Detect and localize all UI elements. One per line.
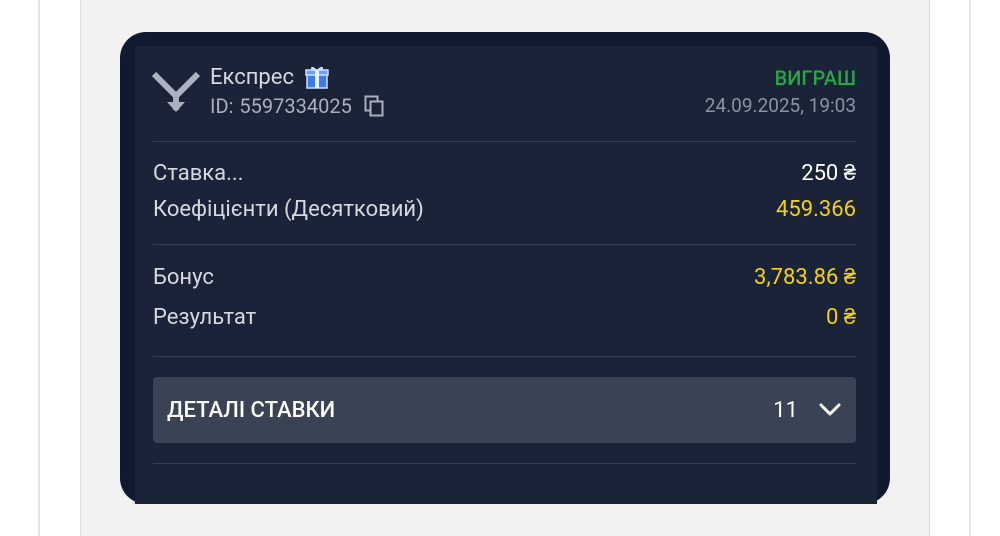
page-border-left bbox=[38, 0, 40, 536]
bonus-label: Бонус bbox=[153, 264, 214, 290]
bonus-value: 3,783.86 ₴ bbox=[753, 265, 856, 290]
bet-type-label: Експрес bbox=[210, 64, 294, 90]
divider bbox=[153, 244, 856, 245]
bet-type-row: Експрес bbox=[210, 64, 330, 90]
divider bbox=[153, 141, 856, 142]
divider bbox=[153, 356, 856, 357]
page-border-right bbox=[969, 0, 971, 536]
bet-id-row: ID: 5597334025 bbox=[210, 94, 384, 118]
gift-icon[interactable] bbox=[304, 64, 330, 90]
odds-row: Коефіцієнти (Десятковий) 459.366 bbox=[153, 197, 856, 222]
stake-row: Ставка... 250 ₴ bbox=[153, 160, 856, 187]
bet-datetime: 24.09.2025, 19:03 bbox=[704, 94, 856, 117]
divider bbox=[153, 463, 856, 464]
chevron-down-icon[interactable] bbox=[818, 402, 842, 418]
bet-id-label: ID: bbox=[210, 94, 234, 118]
bet-details-label: ДЕТАЛІ СТАВКИ bbox=[167, 397, 336, 423]
result-label: Результат bbox=[153, 304, 257, 330]
stake-value: 250 ₴ bbox=[801, 161, 856, 186]
odds-label: Коефіцієнти (Десятковий) bbox=[153, 197, 424, 222]
bet-id-value: 5597334025 bbox=[239, 94, 352, 118]
bonus-row: Бонус 3,783.86 ₴ bbox=[153, 264, 856, 291]
bet-details-count: 11 bbox=[773, 397, 798, 423]
copy-icon[interactable] bbox=[364, 95, 384, 117]
express-logo-icon bbox=[152, 71, 200, 112]
odds-value: 459.366 bbox=[776, 197, 856, 222]
result-value: 0 ₴ bbox=[825, 305, 856, 330]
bet-details-meta: 11 bbox=[773, 398, 842, 423]
bet-details-toggle[interactable]: ДЕТАЛІ СТАВКИ 11 bbox=[153, 377, 856, 443]
bet-status-badge: ВИГРАШ bbox=[774, 66, 856, 90]
stake-label: Ставка... bbox=[153, 160, 244, 186]
result-row: Результат 0 ₴ bbox=[153, 304, 856, 331]
